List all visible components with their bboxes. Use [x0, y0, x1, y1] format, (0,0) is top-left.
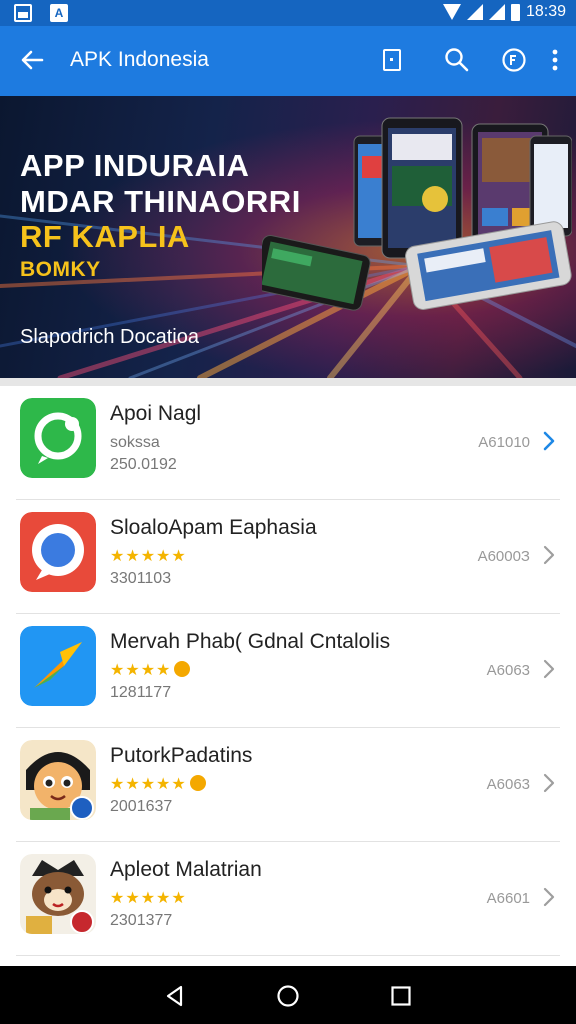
coin-icon — [174, 661, 191, 677]
app-name: PutorkPadatins — [110, 744, 253, 767]
chevron-right-icon — [543, 659, 555, 679]
app-size: A6063 — [486, 776, 530, 793]
banner-headline-4: BOMKY — [20, 258, 101, 281]
chevron-right-icon — [543, 431, 555, 451]
star-rating: ★★★★★ — [110, 548, 187, 565]
list-item[interactable]: Apleot Malatrian ★★★★★ 2301377 A6601 — [0, 842, 576, 956]
page-title: APK Indonesia — [70, 48, 209, 71]
list-item[interactable]: SloaloApam Eaphasia ★★★★★ 3301103 A6000З — [0, 500, 576, 614]
star-rating: ★★★★★ — [110, 774, 206, 794]
status-bar: A 18:39 — [0, 0, 576, 26]
app-downloads: 2301377 — [110, 912, 173, 929]
signal-icon — [488, 4, 505, 20]
phones-illustration — [262, 117, 572, 311]
recents-square-icon[interactable] — [389, 984, 413, 1008]
bookmark-icon[interactable] — [378, 46, 406, 74]
banner-headline-3: RF KAPLIA — [20, 219, 190, 254]
banner-divider — [0, 378, 576, 386]
cartoon-girl-app-icon — [20, 740, 96, 820]
app-bar: APK Indonesia — [0, 26, 576, 96]
image-notification-icon — [14, 4, 32, 22]
app-name: Apoi Nagl — [110, 402, 202, 425]
app-downloads: 2001637 — [110, 798, 173, 815]
chat-app-icon — [20, 398, 96, 478]
banner-subtitle: Slapodrich Docatioa — [20, 326, 199, 348]
app-size: A6601 — [486, 890, 530, 907]
back-arrow-icon[interactable] — [18, 46, 46, 74]
back-triangle-icon[interactable] — [163, 984, 187, 1008]
messenger-app-icon — [20, 512, 96, 592]
more-vert-icon[interactable] — [541, 46, 569, 74]
wifi-icon — [442, 4, 461, 20]
refresh-icon[interactable] — [500, 46, 528, 74]
promo-banner[interactable]: APP INDURAIA MDAR THINAORRI RF KAPLIA BO… — [0, 96, 576, 378]
app-size: A6063 — [486, 662, 530, 679]
chevron-right-icon — [543, 545, 555, 565]
banner-headline-1: APP INDURAIA — [20, 148, 250, 183]
app-downloads: 3301103 — [110, 570, 172, 587]
battery-icon — [510, 3, 520, 21]
app-downloads: 250.0192 — [110, 456, 177, 473]
app-size: A61010 — [478, 434, 530, 451]
star-rating: ★★★★ — [110, 660, 191, 680]
cartoon-bear-app-icon — [20, 854, 96, 934]
list-item[interactable]: PutorkPadatins ★★★★★ 2001637 A6063 — [0, 728, 576, 842]
star-rating: ★★★★★ — [110, 890, 187, 907]
home-circle-icon[interactable] — [276, 984, 300, 1008]
app-subtitle: sokssa — [110, 434, 160, 451]
signal-icon — [466, 4, 483, 20]
chevron-right-icon — [543, 773, 555, 793]
row-divider — [16, 955, 560, 956]
app-name: Mervah Phab( Gdnal Cntalolis — [110, 630, 391, 653]
app-downloads: 1281177 — [110, 684, 172, 701]
list-item[interactable]: Apoi Nagl sokssa 250.0192 A61010 — [0, 386, 576, 500]
system-nav-bar — [0, 966, 576, 1024]
chevron-right-icon — [543, 887, 555, 907]
banner-headline-2: MDAR THINAORRI — [20, 184, 301, 219]
search-icon[interactable] — [443, 46, 471, 74]
coin-icon — [189, 775, 206, 791]
status-time: 18:39 — [525, 3, 566, 20]
app-name: SloaloApam Eaphasia — [110, 516, 317, 539]
list-item[interactable]: Mervah Phab( Gdnal Cntalolis ★★★★ 128117… — [0, 614, 576, 728]
app-size: A6000З — [477, 548, 530, 565]
app-name: Apleot Malatrian — [110, 858, 262, 881]
app-notification-icon: A — [50, 4, 68, 22]
navigation-app-icon — [20, 626, 96, 706]
